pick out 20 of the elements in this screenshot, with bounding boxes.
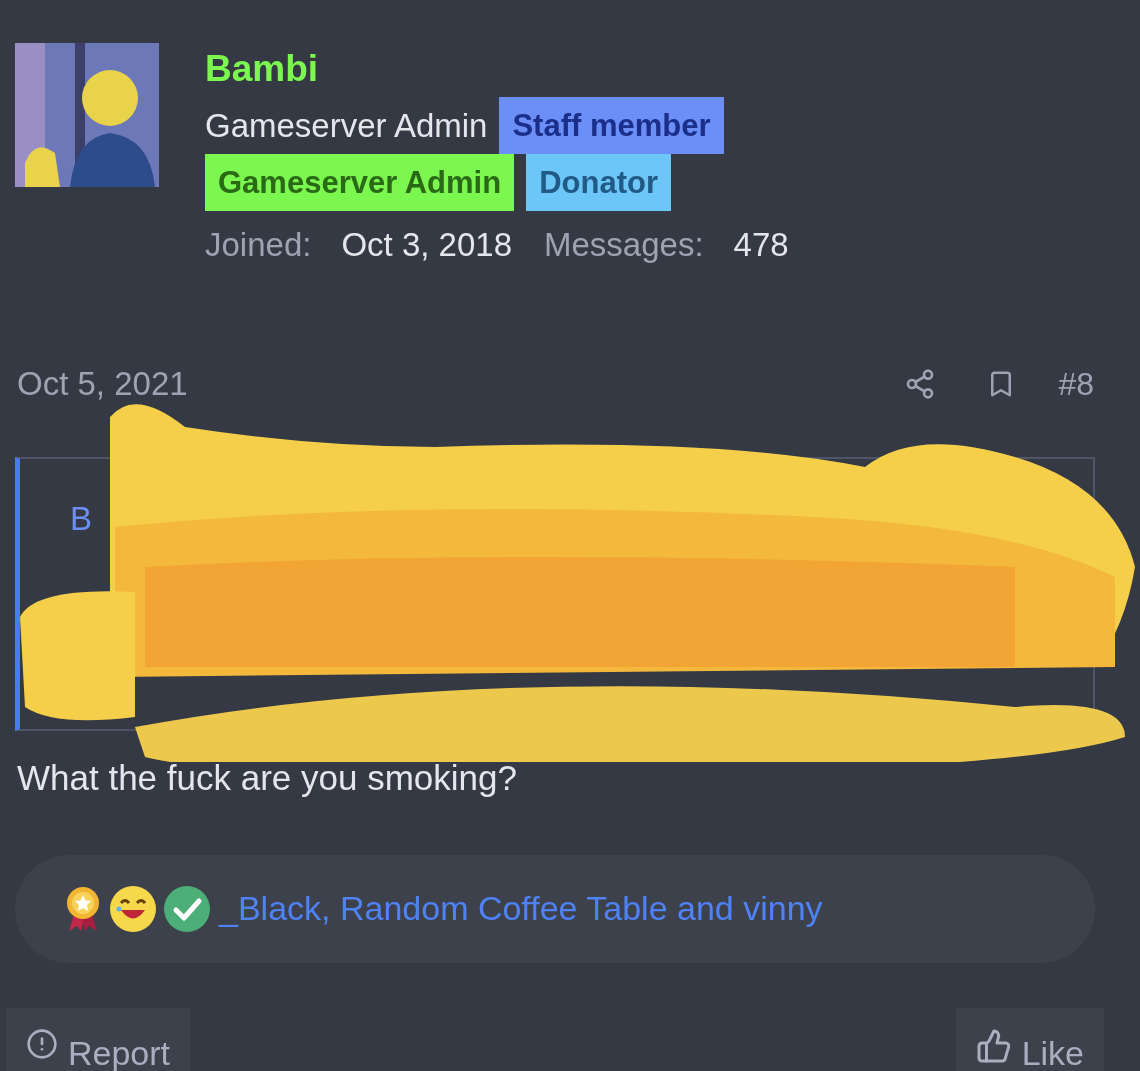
post-body: What the fuck are you smoking? bbox=[16, 756, 518, 799]
stat-value: 478 bbox=[733, 225, 789, 265]
user-banner: Gameserver Admin bbox=[205, 154, 515, 211]
username[interactable]: Bambi bbox=[205, 45, 845, 93]
like-button[interactable]: Like bbox=[955, 1007, 1104, 1071]
thumbs-up-icon bbox=[975, 1027, 1012, 1064]
user-banner: Staff member bbox=[499, 97, 724, 154]
quote-author[interactable]: B bbox=[70, 494, 92, 543]
user-banner: Donator bbox=[526, 154, 671, 211]
post-date[interactable]: Oct 5, 2021 bbox=[17, 359, 905, 409]
stat-label: Joined: bbox=[205, 225, 312, 265]
check-icon bbox=[163, 884, 211, 933]
reaction-names[interactable]: _Black, Random Coffee Table and vinny bbox=[219, 883, 823, 934]
post-number[interactable]: #8 bbox=[1058, 359, 1094, 408]
alert-icon bbox=[26, 1027, 58, 1060]
laughing-face-icon bbox=[109, 884, 157, 933]
report-button[interactable]: Report bbox=[6, 1007, 191, 1071]
user-title: Gameserver Admin bbox=[205, 106, 488, 146]
stat-label: Messages: bbox=[544, 225, 704, 265]
stat-value: Oct 3, 2018 bbox=[341, 225, 513, 265]
